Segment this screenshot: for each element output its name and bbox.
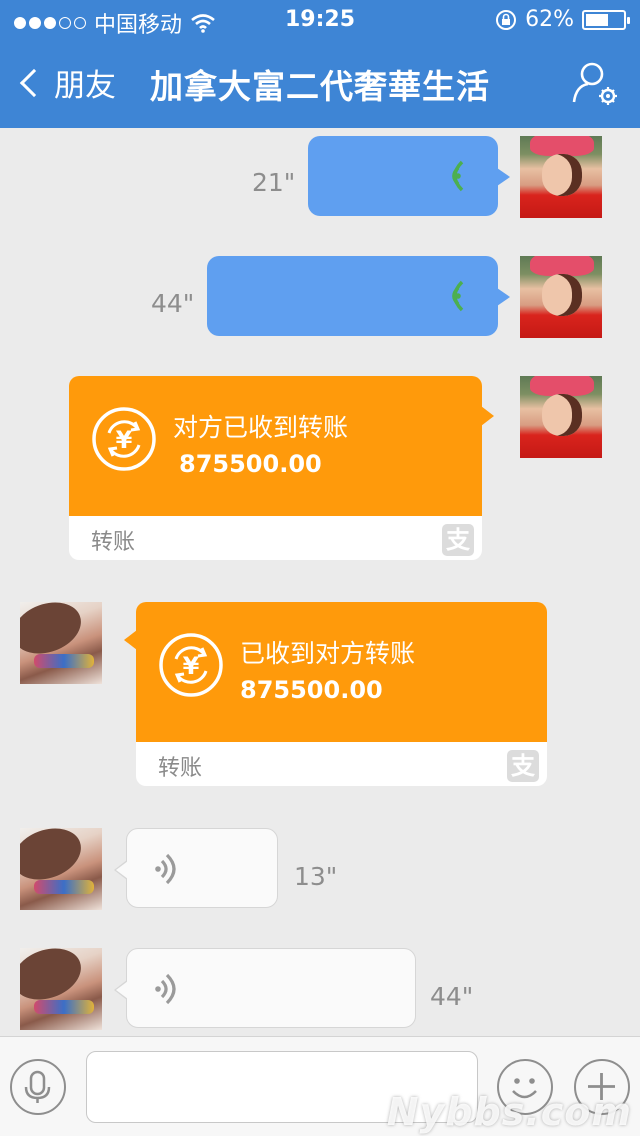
microphone-icon — [24, 1070, 51, 1103]
status-bar: 中国移动 19:25 62% — [0, 0, 640, 40]
alipay-icon: 支 — [507, 750, 539, 782]
input-bar: Nybbs.com — [0, 1036, 640, 1136]
profile-settings-icon[interactable] — [570, 60, 620, 106]
svg-text:¥: ¥ — [116, 426, 133, 454]
transfer-message: 对方已收到转账 — [173, 413, 349, 442]
battery-fill — [586, 13, 609, 26]
rotation-lock-icon — [496, 9, 517, 30]
nav-bar: 朋友 加拿大富二代奢華生活 — [0, 40, 640, 128]
avatar[interactable] — [520, 376, 602, 458]
transfer-card[interactable]: ¥ 对方已收到转账 875500.00 转账 支 — [69, 376, 494, 560]
avatar[interactable] — [20, 948, 102, 1030]
voice-message-bubble[interactable] — [308, 136, 510, 216]
voice-message-bubble[interactable] — [207, 256, 510, 336]
transfer-message: 已收到对方转账 — [240, 639, 416, 668]
voice-message-bubble[interactable] — [114, 828, 278, 908]
voice-duration: 44" — [430, 982, 474, 1011]
battery-percent: 62% — [525, 7, 574, 32]
transfer-card-header: ¥ 对方已收到转账 875500.00 — [69, 376, 494, 516]
transfer-amount: 875500.00 — [179, 450, 322, 478]
avatar[interactable] — [20, 828, 102, 910]
voice-duration: 44" — [151, 289, 195, 318]
avatar[interactable] — [20, 602, 102, 684]
back-label: 朋友 — [54, 68, 116, 104]
chevron-left-icon — [19, 68, 49, 97]
voice-message-bubble[interactable] — [114, 948, 416, 1028]
transfer-card-footer: 转账 支 — [136, 742, 547, 786]
transfer-card-footer: 转账 支 — [69, 516, 482, 560]
transfer-card[interactable]: ¥ 已收到对方转账 875500.00 转账 支 — [124, 602, 547, 786]
battery-icon — [582, 9, 630, 30]
voice-input-button[interactable] — [10, 1059, 66, 1115]
avatar[interactable] — [520, 136, 602, 218]
voice-duration: 21" — [252, 168, 296, 197]
voice-wave-icon — [452, 160, 464, 192]
transfer-yuan-icon: ¥ — [92, 407, 156, 471]
top-bar: 中国移动 19:25 62% 朋友 加拿大富二代奢華生活 — [0, 0, 640, 128]
voice-wave-icon — [155, 853, 176, 885]
watermark: Nybbs.com — [386, 1090, 632, 1134]
transfer-label: 转账 — [91, 530, 136, 555]
avatar[interactable] — [520, 256, 602, 338]
voice-wave-icon — [155, 973, 176, 1005]
transfer-card-header: ¥ 已收到对方转账 875500.00 — [124, 602, 547, 742]
transfer-yuan-icon: ¥ — [159, 633, 223, 697]
back-button[interactable]: 朋友 — [18, 60, 116, 105]
alipay-icon: 支 — [442, 524, 474, 556]
transfer-label: 转账 — [158, 756, 203, 781]
chat-area[interactable]: 21" 44" ¥ 对方已收到转账 875500.00 转账 支 ¥ 已收到对方… — [0, 128, 640, 1036]
svg-text:¥: ¥ — [183, 652, 200, 680]
page-title: 加拿大富二代奢華生活 — [150, 67, 490, 106]
transfer-amount: 875500.00 — [240, 676, 383, 704]
status-right: 62% — [495, 7, 630, 32]
voice-wave-icon — [452, 280, 464, 312]
voice-duration: 13" — [294, 862, 338, 891]
